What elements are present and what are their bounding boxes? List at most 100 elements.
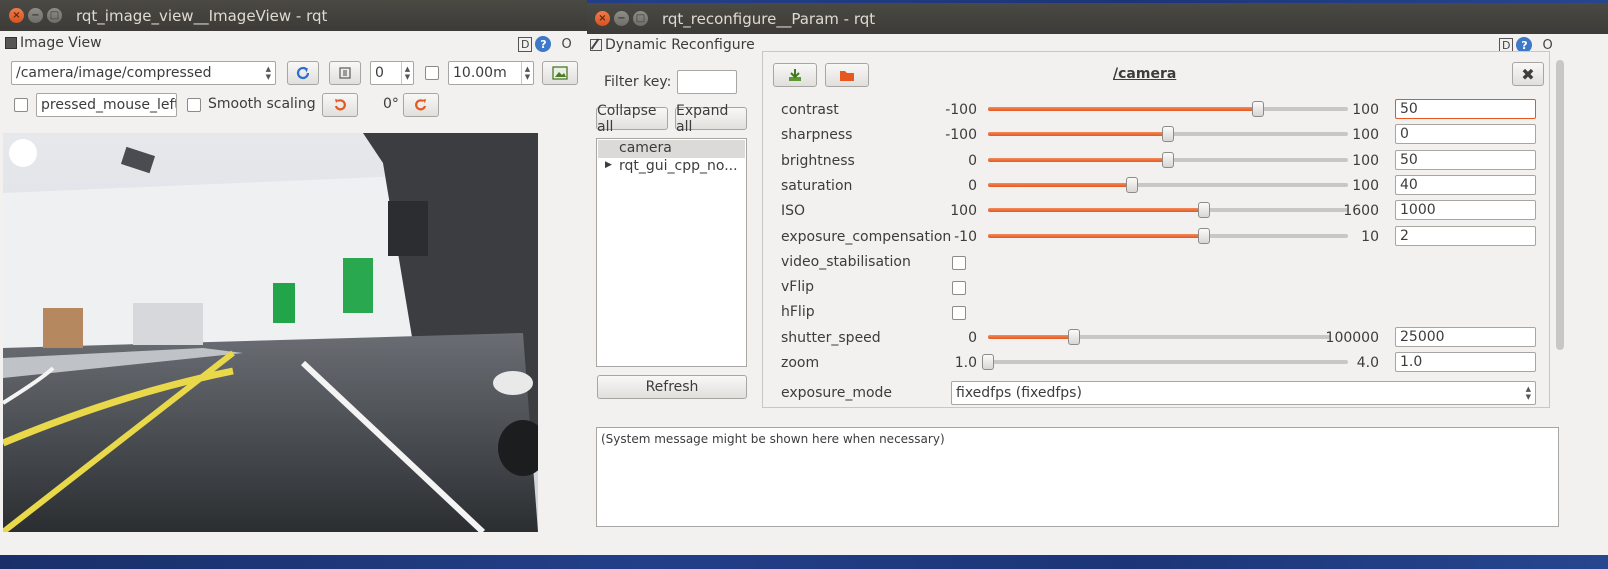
rotate-right-button[interactable] [403, 93, 439, 117]
image-icon [5, 37, 17, 49]
param-checkbox[interactable] [952, 306, 966, 320]
expand-arrow-icon[interactable]: ▶ [605, 160, 612, 170]
param-scrollbar[interactable] [1556, 60, 1564, 350]
max-range-arrows-icon[interactable]: ▲ ▼ [521, 62, 533, 84]
param-value: 2 [1400, 228, 1409, 244]
param-row: brightness 0 100 50 [763, 150, 1549, 174]
close-icon: ✖ [1521, 64, 1535, 84]
close-window-icon[interactable]: × [9, 8, 24, 23]
slider-handle[interactable] [1198, 202, 1210, 218]
param-value: 1000 [1400, 202, 1436, 218]
param-value-input[interactable]: 50 [1395, 150, 1536, 170]
exposure-mode-select[interactable]: fixedfps (fixedfps) ▲ ▼ [951, 381, 1536, 405]
param-slider[interactable] [988, 202, 1348, 218]
param-value-input[interactable]: 0 [1395, 124, 1536, 144]
param-name: brightness [781, 153, 855, 169]
spin-arrows-icon[interactable]: ▲ ▼ [401, 62, 413, 84]
param-max: 100 [1352, 153, 1379, 169]
param-min: -10 [954, 229, 977, 245]
slider-handle[interactable] [1198, 228, 1210, 244]
window-title: rqt_reconfigure__Param - rqt [662, 9, 876, 28]
tree-item-camera[interactable]: camera [619, 140, 672, 156]
slider-fill [988, 183, 1132, 187]
tree-item-rqt-gui-cpp-node[interactable]: rqt_gui_cpp_no... [619, 158, 738, 174]
rotate-left-button[interactable] [322, 93, 358, 117]
max-range-input[interactable]: 10.00m ▲ ▼ [448, 61, 534, 85]
param-min: 100 [950, 203, 977, 219]
param-checkbox[interactable] [952, 256, 966, 270]
folder-icon [840, 71, 854, 81]
dock-header: Image View [5, 35, 102, 51]
maximize-window-icon[interactable]: □ [633, 11, 648, 26]
system-message-box: (System message might be shown here when… [596, 427, 1559, 527]
minimize-window-icon[interactable]: − [28, 8, 43, 23]
close-window-icon[interactable]: × [595, 11, 610, 26]
param-value-input[interactable]: 25000 [1395, 327, 1536, 347]
dock-tools: D ? O [518, 36, 572, 52]
smooth-scaling-checkbox[interactable] [187, 98, 201, 112]
param-min: 0 [968, 330, 977, 346]
param-slider[interactable] [988, 152, 1348, 168]
spin-value: 0 [375, 65, 384, 81]
param-row: video_stabilisation [763, 251, 1549, 275]
node-title: /camera [1113, 66, 1177, 82]
slider-fill [988, 107, 1258, 111]
param-name: ISO [781, 203, 806, 219]
slider-handle[interactable] [1252, 101, 1264, 117]
param-slider[interactable] [988, 101, 1348, 117]
param-value-input[interactable]: 1000 [1395, 200, 1536, 220]
slider-handle[interactable] [1067, 329, 1080, 345]
param-slider[interactable] [988, 126, 1348, 142]
image-view-window: × − □ rqt_image_view__ImageView - rqt Im… [0, 0, 587, 555]
window-title: rqt_image_view__ImageView - rqt [76, 6, 328, 25]
help-icon[interactable]: ? [535, 36, 552, 52]
filter-key-input[interactable] [677, 70, 737, 94]
param-name: zoom [781, 355, 820, 371]
refresh-topics-button[interactable] [287, 61, 319, 85]
param-value: 25000 [1400, 329, 1445, 345]
close-node-button[interactable]: ✖ [1512, 62, 1544, 86]
param-value-input[interactable]: 2 [1395, 226, 1536, 246]
publish-click-checkbox[interactable] [14, 98, 28, 112]
load-params-button[interactable] [773, 63, 817, 87]
spin-input[interactable]: 0 ▲ ▼ [370, 61, 414, 85]
param-slider[interactable] [988, 228, 1348, 244]
dynamic-range-checkbox[interactable] [425, 66, 439, 80]
param-slider[interactable] [988, 329, 1330, 345]
slider-handle[interactable] [1162, 152, 1174, 168]
param-row: vFlip [763, 276, 1549, 300]
param-checkbox[interactable] [952, 281, 966, 295]
maximize-window-icon[interactable]: □ [47, 8, 62, 23]
topic-select[interactable]: /camera/image/compressed ▲ ▼ [11, 61, 276, 85]
param-slider[interactable] [982, 354, 1348, 370]
collapse-all-button[interactable]: Collapse all [596, 103, 668, 135]
dock-close-button[interactable]: O [561, 37, 571, 52]
param-value-input[interactable]: 50 [1395, 99, 1536, 119]
save-params-button[interactable] [825, 63, 869, 87]
dock-title: Dynamic Reconfigure [605, 37, 755, 53]
mouse-topic-input[interactable]: pressed_mouse_left [36, 93, 177, 117]
param-value-input[interactable]: 1.0 [1395, 352, 1536, 372]
param-name: vFlip [781, 279, 815, 295]
topic-select-value: /camera/image/compressed [16, 65, 212, 81]
camera-image[interactable] [3, 133, 538, 532]
slider-handle[interactable] [1162, 126, 1174, 142]
param-name: hFlip [781, 304, 815, 320]
expand-all-button[interactable]: Expand all [675, 103, 747, 135]
param-name: video_stabilisation [781, 254, 911, 270]
param-value-input[interactable]: 40 [1395, 175, 1536, 195]
refresh-button[interactable]: Refresh [597, 375, 747, 399]
save-image-button[interactable] [542, 61, 578, 85]
dock-float-button[interactable]: D [518, 36, 533, 52]
zoom-1-button[interactable] [329, 61, 361, 85]
param-row: sharpness -100 100 0 [763, 124, 1549, 148]
param-row: shutter_speed 0 100000 25000 [763, 327, 1549, 351]
param-row: ISO 100 1600 1000 [763, 200, 1549, 224]
param-value: 0 [1400, 126, 1409, 142]
minimize-window-icon[interactable]: − [614, 11, 629, 26]
param-value: 1.0 [1400, 354, 1423, 370]
slider-handle[interactable] [982, 354, 994, 370]
combo-arrows-icon: ▲ ▼ [265, 65, 271, 81]
slider-handle[interactable] [1126, 177, 1138, 193]
param-slider[interactable] [988, 177, 1348, 193]
